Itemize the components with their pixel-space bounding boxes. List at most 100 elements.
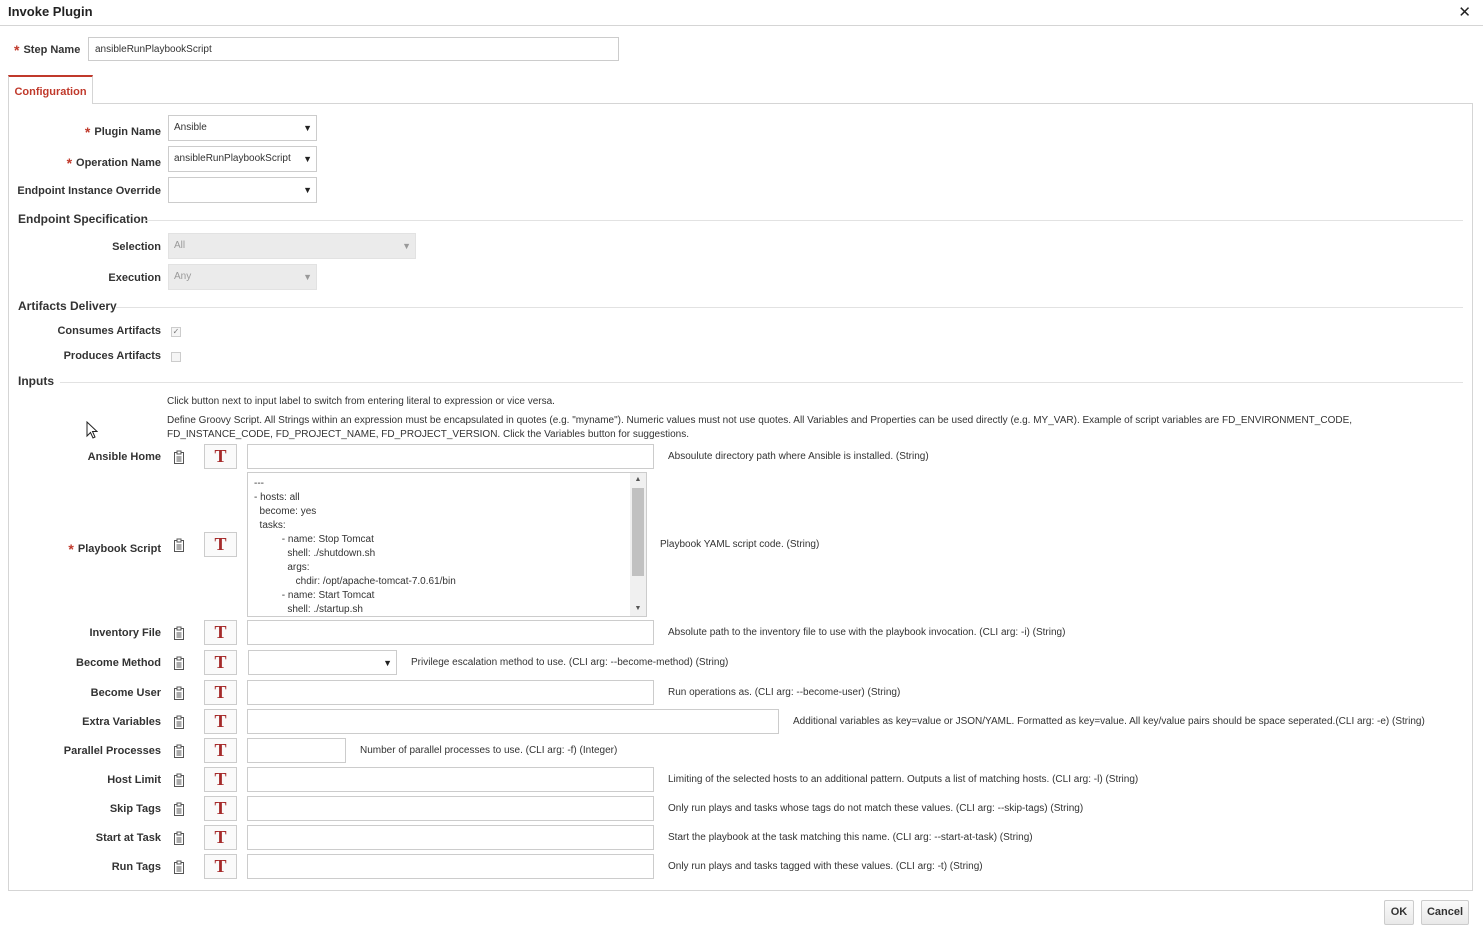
consumes-artifacts-label: Consumes Artifacts <box>57 325 161 337</box>
extra-variables-desc: Additional variables as key=value or JSO… <box>793 716 1425 727</box>
section-divider <box>144 220 1463 221</box>
operation-name-select[interactable]: ansibleRunPlaybookScript ▼ <box>168 146 317 172</box>
ansible-home-input[interactable] <box>247 444 654 469</box>
extra-variables-input[interactable] <box>247 709 779 734</box>
scrollbar-thumb[interactable] <box>632 488 644 576</box>
scroll-up-icon[interactable]: ▲ <box>630 473 646 487</box>
produces-artifacts-label: Produces Artifacts <box>63 350 161 362</box>
required-asterisk-icon: * <box>84 124 91 140</box>
cancel-button[interactable]: Cancel <box>1421 900 1469 925</box>
required-asterisk-icon: * <box>14 42 20 58</box>
host-limit-input[interactable] <box>247 767 654 792</box>
dialog-titlebar: Invoke Plugin ✕ <box>0 0 1483 26</box>
inventory-file-desc: Absolute path to the inventory file to u… <box>668 627 1066 638</box>
required-asterisk-icon: * <box>66 155 73 171</box>
clipboard-icon[interactable] <box>173 686 185 700</box>
expression-toggle-button[interactable]: T <box>204 650 237 675</box>
chevron-down-icon: ▼ <box>383 658 392 668</box>
chevron-down-icon: ▼ <box>303 185 312 195</box>
run-tags-label: Run Tags <box>111 861 161 873</box>
skip-tags-input[interactable] <box>247 796 654 821</box>
parallel-processes-label: Parallel Processes <box>63 745 161 757</box>
execution-select: Any ▼ <box>168 264 317 290</box>
start-at-task-label: Start at Task <box>95 832 161 844</box>
clipboard-icon[interactable] <box>173 626 185 640</box>
inputs-hint: Click button next to input label to swit… <box>167 396 555 407</box>
operation-name-label: * Operation Name <box>66 155 161 171</box>
become-method-desc: Privilege escalation method to use. (CLI… <box>411 657 729 668</box>
parallel-processes-desc: Number of parallel processes to use. (CL… <box>360 745 618 756</box>
clipboard-icon[interactable] <box>173 802 185 816</box>
clipboard-icon[interactable] <box>173 860 185 874</box>
become-user-input[interactable] <box>247 680 654 705</box>
close-icon[interactable]: ✕ <box>1458 3 1471 21</box>
inputs-heading: Inputs <box>18 374 54 388</box>
groovy-hint: Define Groovy Script. All Strings within… <box>167 415 1353 440</box>
expression-toggle-button[interactable]: T <box>204 854 237 879</box>
playbook-script-content: --- - hosts: all become: yes tasks: - na… <box>254 478 456 615</box>
host-limit-desc: Limiting of the selected hosts to an add… <box>668 774 1139 785</box>
playbook-script-label: * Playbook Script <box>68 541 161 557</box>
endpoint-spec-heading: Endpoint Specification <box>18 212 149 226</box>
expression-toggle-button[interactable]: T <box>204 738 237 763</box>
mouse-pointer-icon <box>86 421 98 439</box>
skip-tags-desc: Only run plays and tasks whose tags do n… <box>668 803 1084 814</box>
parallel-processes-input[interactable] <box>247 738 346 763</box>
endpoint-override-label: Endpoint Instance Override <box>17 185 161 197</box>
plugin-name-label: * Plugin Name <box>84 124 161 140</box>
clipboard-icon[interactable] <box>173 538 185 552</box>
skip-tags-label: Skip Tags <box>109 803 161 815</box>
run-tags-desc: Only run plays and tasks tagged with the… <box>668 861 983 872</box>
selection-select: All ▼ <box>168 233 416 259</box>
dialog-title: Invoke Plugin <box>8 4 93 19</box>
clipboard-icon[interactable] <box>173 450 185 464</box>
scroll-down-icon[interactable]: ▼ <box>630 602 646 616</box>
become-method-label: Become Method <box>76 657 161 669</box>
ansible-home-label: Ansible Home <box>87 451 161 463</box>
clipboard-icon[interactable] <box>173 744 185 758</box>
endpoint-override-select[interactable]: ▼ <box>168 177 317 203</box>
selection-value: All <box>174 240 186 251</box>
clipboard-icon[interactable] <box>173 773 185 787</box>
section-divider <box>116 307 1463 308</box>
expression-toggle-button[interactable]: T <box>204 680 237 705</box>
inventory-file-input[interactable] <box>247 620 654 645</box>
start-at-task-desc: Start the playbook at the task matching … <box>668 832 1033 843</box>
host-limit-label: Host Limit <box>107 774 161 786</box>
clipboard-icon[interactable] <box>173 656 185 670</box>
chevron-down-icon: ▼ <box>402 241 411 251</box>
expression-toggle-button[interactable]: T <box>204 620 237 645</box>
selection-label: Selection <box>112 241 161 253</box>
required-asterisk-icon: * <box>68 541 74 557</box>
expression-toggle-button[interactable]: T <box>204 796 237 821</box>
expression-toggle-button[interactable]: T <box>204 532 237 557</box>
tab-configuration[interactable]: Configuration <box>8 75 93 104</box>
chevron-down-icon: ▼ <box>303 272 312 282</box>
chevron-down-icon: ▼ <box>303 154 312 164</box>
expression-toggle-button[interactable]: T <box>204 825 237 850</box>
step-name-label: * Step Name <box>14 42 81 58</box>
section-divider <box>60 382 1463 383</box>
step-name-input[interactable] <box>88 37 619 61</box>
produces-artifacts-checkbox[interactable] <box>171 352 181 362</box>
playbook-script-textarea[interactable]: --- - hosts: all become: yes tasks: - na… <box>247 472 647 617</box>
plugin-name-select[interactable]: Ansible ▼ <box>168 115 317 141</box>
extra-variables-label: Extra Variables <box>82 716 161 728</box>
become-method-select[interactable]: ▼ <box>248 650 397 675</box>
inventory-file-label: Inventory File <box>89 627 161 639</box>
ok-button[interactable]: OK <box>1384 900 1414 925</box>
scrollbar[interactable]: ▲ ▼ <box>630 473 646 616</box>
become-user-label: Become User <box>90 687 161 699</box>
chevron-down-icon: ▼ <box>303 123 312 133</box>
clipboard-icon[interactable] <box>173 831 185 845</box>
expression-toggle-button[interactable]: T <box>204 444 237 469</box>
plugin-name-value: Ansible <box>174 122 207 133</box>
expression-toggle-button[interactable]: T <box>204 709 237 734</box>
playbook-script-desc: Playbook YAML script code. (String) <box>660 539 820 550</box>
expression-toggle-button[interactable]: T <box>204 767 237 792</box>
clipboard-icon[interactable] <box>173 715 185 729</box>
start-at-task-input[interactable] <box>247 825 654 850</box>
consumes-artifacts-checkbox[interactable]: ✓ <box>171 327 181 337</box>
run-tags-input[interactable] <box>247 854 654 879</box>
artifacts-heading: Artifacts Delivery <box>18 299 117 313</box>
